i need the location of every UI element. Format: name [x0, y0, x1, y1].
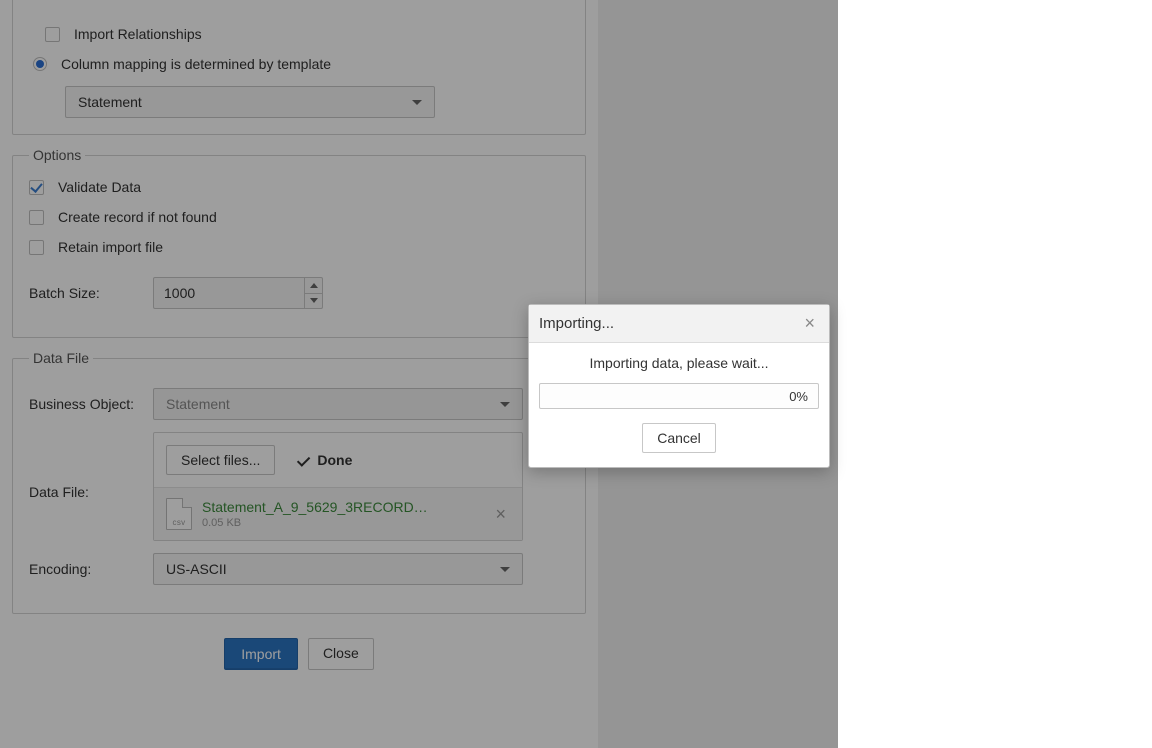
progress-text: 0%: [789, 389, 808, 404]
modal-title: Importing...: [539, 315, 614, 332]
close-icon[interactable]: ×: [800, 313, 819, 334]
importing-modal: Importing... × Importing data, please wa…: [528, 304, 830, 468]
cancel-button[interactable]: Cancel: [642, 423, 716, 453]
progress-bar: 0%: [539, 383, 819, 409]
modal-message: Importing data, please wait...: [539, 355, 819, 371]
